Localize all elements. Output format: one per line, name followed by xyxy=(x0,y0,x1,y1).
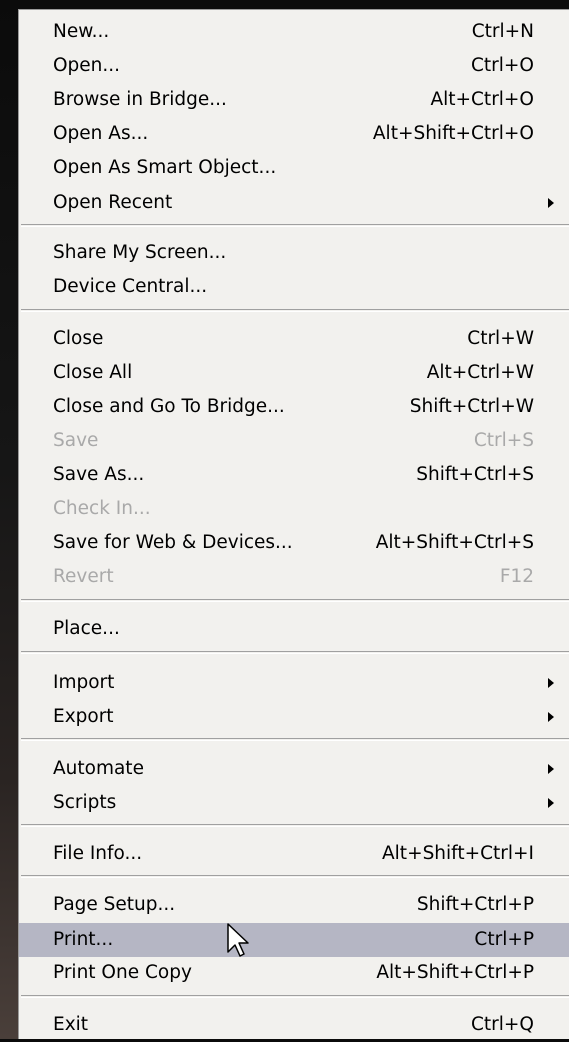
menu-item-label: Device Central... xyxy=(53,276,208,297)
menu-item-close[interactable]: Close Ctrl+W xyxy=(19,322,569,356)
menu-separator xyxy=(21,651,569,654)
menu-item-label: Exit xyxy=(53,1014,89,1035)
menu-item-label: Export xyxy=(53,706,114,727)
menu-item-label: Open Recent xyxy=(53,192,173,213)
submenu-arrow-icon xyxy=(548,198,554,208)
menu-item-label: Page Setup... xyxy=(53,894,176,915)
menu-item-save[interactable]: Save Ctrl+S xyxy=(19,424,569,458)
menu-item-close-all[interactable]: Close All Alt+Ctrl+W xyxy=(19,356,569,390)
menu-separator xyxy=(21,995,569,998)
menu-item-place[interactable]: Place... xyxy=(19,612,569,646)
menu-separator xyxy=(21,224,569,227)
menu-item-label: Browse in Bridge... xyxy=(53,89,227,110)
menu-item-file-info[interactable]: File Info... Alt+Shift+Ctrl+I xyxy=(19,837,569,871)
menu-item-close-and-go-to-bridge[interactable]: Close and Go To Bridge... Shift+Ctrl+W xyxy=(19,390,569,424)
menu-item-revert[interactable]: Revert F12 xyxy=(19,560,569,594)
menu-item-shortcut: Ctrl+W xyxy=(467,328,534,349)
menu-item-save-as[interactable]: Save As... Shift+Ctrl+S xyxy=(19,458,569,492)
menu-item-import[interactable]: Import xyxy=(19,666,569,700)
menu-item-print[interactable]: Print... Ctrl+P xyxy=(19,923,569,957)
menu-item-shortcut: Alt+Ctrl+W xyxy=(426,362,534,383)
menu-item-shortcut: Alt+Shift+Ctrl+P xyxy=(376,962,534,983)
mouse-pointer-icon xyxy=(227,923,249,957)
menu-item-label: Print One Copy xyxy=(53,962,192,983)
menu-item-open[interactable]: Open... Ctrl+O xyxy=(19,49,569,83)
menu-item-label: Close and Go To Bridge... xyxy=(53,396,285,417)
menu-separator xyxy=(21,738,569,741)
menu-item-open-as-smart-object[interactable]: Open As Smart Object... xyxy=(19,151,569,185)
menu-item-shortcut: Shift+Ctrl+P xyxy=(416,894,534,915)
menu-item-export[interactable]: Export xyxy=(19,700,569,734)
menu-item-label: Close xyxy=(53,328,104,349)
menu-item-exit[interactable]: Exit Ctrl+Q xyxy=(19,1008,569,1042)
menu-item-shortcut: Ctrl+N xyxy=(471,21,534,42)
menu-item-shortcut: Alt+Shift+Ctrl+I xyxy=(382,843,534,864)
menu-item-scripts[interactable]: Scripts xyxy=(19,786,569,820)
menu-item-label: File Info... xyxy=(53,843,143,864)
menu-item-label: Open As Smart Object... xyxy=(53,157,277,178)
submenu-arrow-icon xyxy=(548,678,554,688)
menu-item-shortcut: Alt+Shift+Ctrl+S xyxy=(375,532,534,553)
menu-item-shortcut: Shift+Ctrl+S xyxy=(416,464,534,485)
menu-item-share-my-screen[interactable]: Share My Screen... xyxy=(19,236,569,270)
menu-item-shortcut: Ctrl+S xyxy=(473,430,534,451)
menu-item-open-as[interactable]: Open As... Alt+Shift+Ctrl+O xyxy=(19,117,569,151)
menu-item-label: Revert xyxy=(53,566,114,587)
menu-item-label: Place... xyxy=(53,618,120,639)
menu-item-automate[interactable]: Automate xyxy=(19,752,569,786)
menu-item-label: Save for Web & Devices... xyxy=(53,532,293,553)
menu-separator xyxy=(21,824,569,827)
menu-item-label: Scripts xyxy=(53,792,117,813)
file-menu: New... Ctrl+N Open... Ctrl+O Browse in B… xyxy=(18,9,569,1039)
menu-item-label: New... xyxy=(53,21,110,42)
menu-separator xyxy=(21,309,569,312)
menu-item-new[interactable]: New... Ctrl+N xyxy=(19,15,569,49)
menu-separator xyxy=(21,599,569,602)
menu-item-open-recent[interactable]: Open Recent xyxy=(19,186,569,220)
menu-item-label: Print... xyxy=(53,929,114,950)
menu-item-label: Open As... xyxy=(53,123,149,144)
menu-item-print-one-copy[interactable]: Print One Copy Alt+Shift+Ctrl+P xyxy=(19,956,569,990)
menu-item-shortcut: Ctrl+P xyxy=(474,929,534,950)
menu-item-device-central[interactable]: Device Central... xyxy=(19,270,569,304)
menu-item-browse-in-bridge[interactable]: Browse in Bridge... Alt+Ctrl+O xyxy=(19,83,569,117)
menu-item-label: Save xyxy=(53,430,99,451)
menu-separator xyxy=(21,875,569,878)
submenu-arrow-icon xyxy=(548,764,554,774)
menu-item-save-for-web[interactable]: Save for Web & Devices... Alt+Shift+Ctrl… xyxy=(19,526,569,560)
menu-item-shortcut: F12 xyxy=(499,566,534,587)
submenu-arrow-icon xyxy=(548,712,554,722)
submenu-arrow-icon xyxy=(548,798,554,808)
menu-item-label: Share My Screen... xyxy=(53,242,227,263)
menu-item-label: Check In... xyxy=(53,498,151,519)
menu-item-check-in[interactable]: Check In... xyxy=(19,492,569,526)
menu-item-shortcut: Ctrl+Q xyxy=(471,1014,534,1035)
menu-item-label: Save As... xyxy=(53,464,145,485)
menu-item-label: Open... xyxy=(53,55,121,76)
menu-item-label: Automate xyxy=(53,758,144,779)
menu-item-shortcut: Ctrl+O xyxy=(471,55,534,76)
menu-item-shortcut: Shift+Ctrl+W xyxy=(409,396,534,417)
menu-item-shortcut: Alt+Ctrl+O xyxy=(430,89,534,110)
menu-item-label: Import xyxy=(53,672,115,693)
menu-item-label: Close All xyxy=(53,362,133,383)
menu-item-page-setup[interactable]: Page Setup... Shift+Ctrl+P xyxy=(19,888,569,922)
menu-item-shortcut: Alt+Shift+Ctrl+O xyxy=(372,123,534,144)
